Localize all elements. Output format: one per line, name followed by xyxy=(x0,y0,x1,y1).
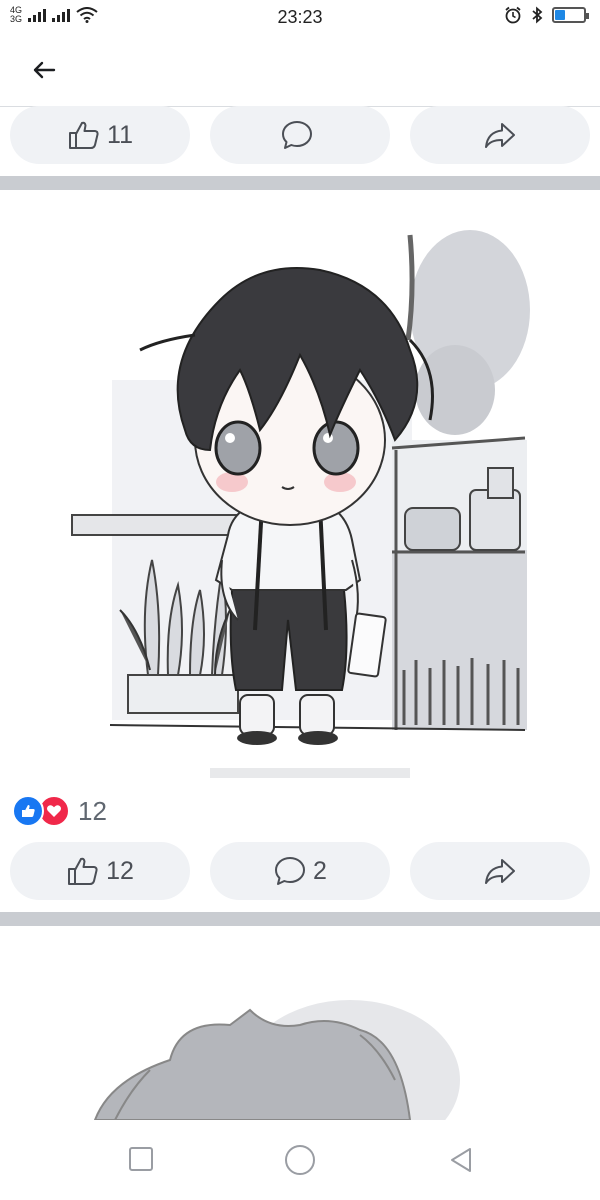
status-bar: 4G 3G 23:23 xyxy=(0,0,600,34)
arrow-left-icon[interactable] xyxy=(28,54,60,86)
post-divider xyxy=(0,176,600,190)
comment-button[interactable] xyxy=(210,106,390,164)
comment-icon xyxy=(282,121,312,149)
post2-action-row: 12 2 xyxy=(0,842,600,902)
post-image[interactable] xyxy=(0,190,600,790)
comment-button-post2[interactable]: 2 xyxy=(210,842,390,900)
thumbs-up-icon xyxy=(68,857,98,885)
recent-apps-icon[interactable] xyxy=(128,1146,154,1172)
illustration xyxy=(71,230,530,778)
like-count-post2: 12 xyxy=(106,856,134,885)
post-divider-2 xyxy=(0,912,600,926)
thumbs-up-icon xyxy=(69,121,99,149)
share-button-post2[interactable] xyxy=(410,842,590,900)
comment-count-post2: 2 xyxy=(313,856,327,885)
share-icon xyxy=(485,859,515,884)
top-bar xyxy=(0,34,600,107)
battery-icon xyxy=(552,7,589,23)
battery-fill xyxy=(555,10,565,20)
status-right xyxy=(504,6,589,24)
post1-action-row: 11 xyxy=(0,106,600,166)
share-button[interactable] xyxy=(410,106,590,164)
nav-bar xyxy=(0,1120,600,1200)
home-icon[interactable] xyxy=(284,1144,316,1176)
back-icon[interactable] xyxy=(448,1146,474,1174)
next-post-image[interactable] xyxy=(0,930,600,1120)
share-icon xyxy=(485,123,515,148)
next-illustration xyxy=(93,1000,460,1120)
reactions-summary[interactable]: 12 xyxy=(12,795,107,827)
reaction-count: 12 xyxy=(78,795,107,826)
bluetooth-icon xyxy=(532,6,543,24)
alarm-icon xyxy=(505,6,521,24)
like-reaction-icon xyxy=(12,795,44,827)
like-count: 11 xyxy=(107,120,133,149)
like-button[interactable]: 11 xyxy=(10,106,190,164)
comment-icon xyxy=(275,857,306,885)
like-button-post2[interactable]: 12 xyxy=(10,842,190,900)
